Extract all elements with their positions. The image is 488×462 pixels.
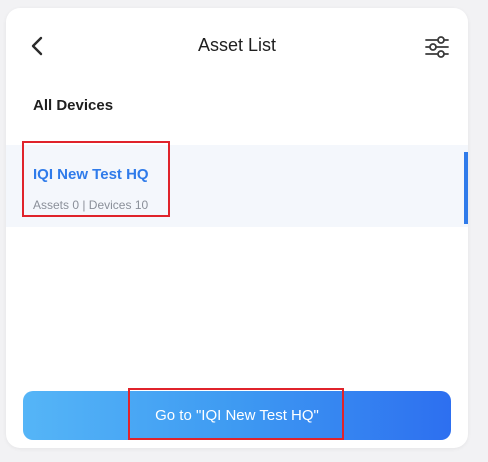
site-counts: Assets 0 | Devices 10 — [33, 198, 149, 212]
asset-list-screen: Asset List All Devices IQI New Test HQ A… — [0, 0, 488, 462]
filter-button[interactable] — [424, 34, 450, 60]
selected-indicator-bar — [464, 152, 468, 224]
chevron-left-icon — [31, 36, 43, 56]
page-title: Asset List — [197, 35, 277, 55]
go-to-site-button[interactable]: Go to "IQI New Test HQ" — [23, 391, 451, 440]
back-button[interactable] — [26, 34, 50, 58]
list-item-site[interactable]: IQI New Test HQ Assets 0 | Devices 10 — [6, 145, 468, 227]
sliders-icon — [425, 36, 449, 58]
asset-list-card: Asset List All Devices IQI New Test HQ A… — [6, 8, 468, 448]
section-title-all-devices: All Devices — [33, 97, 114, 114]
header-bar: Asset List — [6, 8, 468, 84]
go-to-site-button-label: Go to "IQI New Test HQ" — [155, 407, 319, 424]
site-name: IQI New Test HQ — [33, 166, 149, 183]
